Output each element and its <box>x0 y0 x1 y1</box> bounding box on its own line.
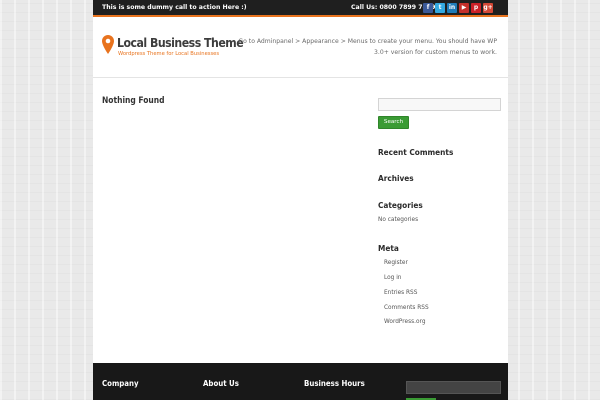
site-title[interactable]: Local Business Theme <box>117 36 244 50</box>
header-divider <box>93 77 508 78</box>
search-input[interactable] <box>378 98 501 111</box>
meta-title: Meta <box>378 243 399 253</box>
page-wrapper: This is some dummy call to action Here :… <box>93 0 508 400</box>
footer-hours-title: Business Hours <box>304 379 365 388</box>
facebook-icon[interactable]: f <box>423 3 433 13</box>
meta-link-comments-rss[interactable]: Comments RSS <box>384 305 429 311</box>
pinterest-icon[interactable]: p <box>471 3 481 13</box>
meta-link-wordpress-org[interactable]: WordPress.org <box>384 319 426 325</box>
search-button[interactable]: Search <box>378 116 409 129</box>
site-tagline: Wordpress Theme for Local Businesses <box>118 51 220 57</box>
recent-comments-title: Recent Comments <box>378 147 454 157</box>
categories-title: Categories <box>378 200 423 210</box>
footer-search-input[interactable] <box>406 381 501 394</box>
social-icons: f t in ▶ p g+ <box>423 3 493 13</box>
meta-link-entries-rss[interactable]: Entries RSS <box>384 290 417 296</box>
archives-title: Archives <box>378 173 414 183</box>
map-pin-icon <box>102 35 114 59</box>
youtube-icon[interactable]: ▶ <box>459 3 469 13</box>
twitter-icon[interactable]: t <box>435 3 445 13</box>
categories-empty-text: No categories <box>378 217 419 223</box>
footer-about-title: About Us <box>203 379 239 388</box>
top-bar: This is some dummy call to action Here :… <box>93 0 508 17</box>
menu-notice: Go to Adminpanel > Appearance > Menus to… <box>238 38 497 56</box>
meta-link-login[interactable]: Log in <box>384 275 401 281</box>
linkedin-icon[interactable]: in <box>447 3 457 13</box>
googleplus-icon[interactable]: g+ <box>483 3 493 13</box>
meta-link-register[interactable]: Register <box>384 260 408 266</box>
footer-company-title: Company <box>102 379 139 388</box>
page-heading: Nothing Found <box>102 95 165 105</box>
footer: Company About Us Business Hours <box>93 363 508 400</box>
call-to-action-link[interactable]: This is some dummy call to action Here :… <box>102 4 247 11</box>
